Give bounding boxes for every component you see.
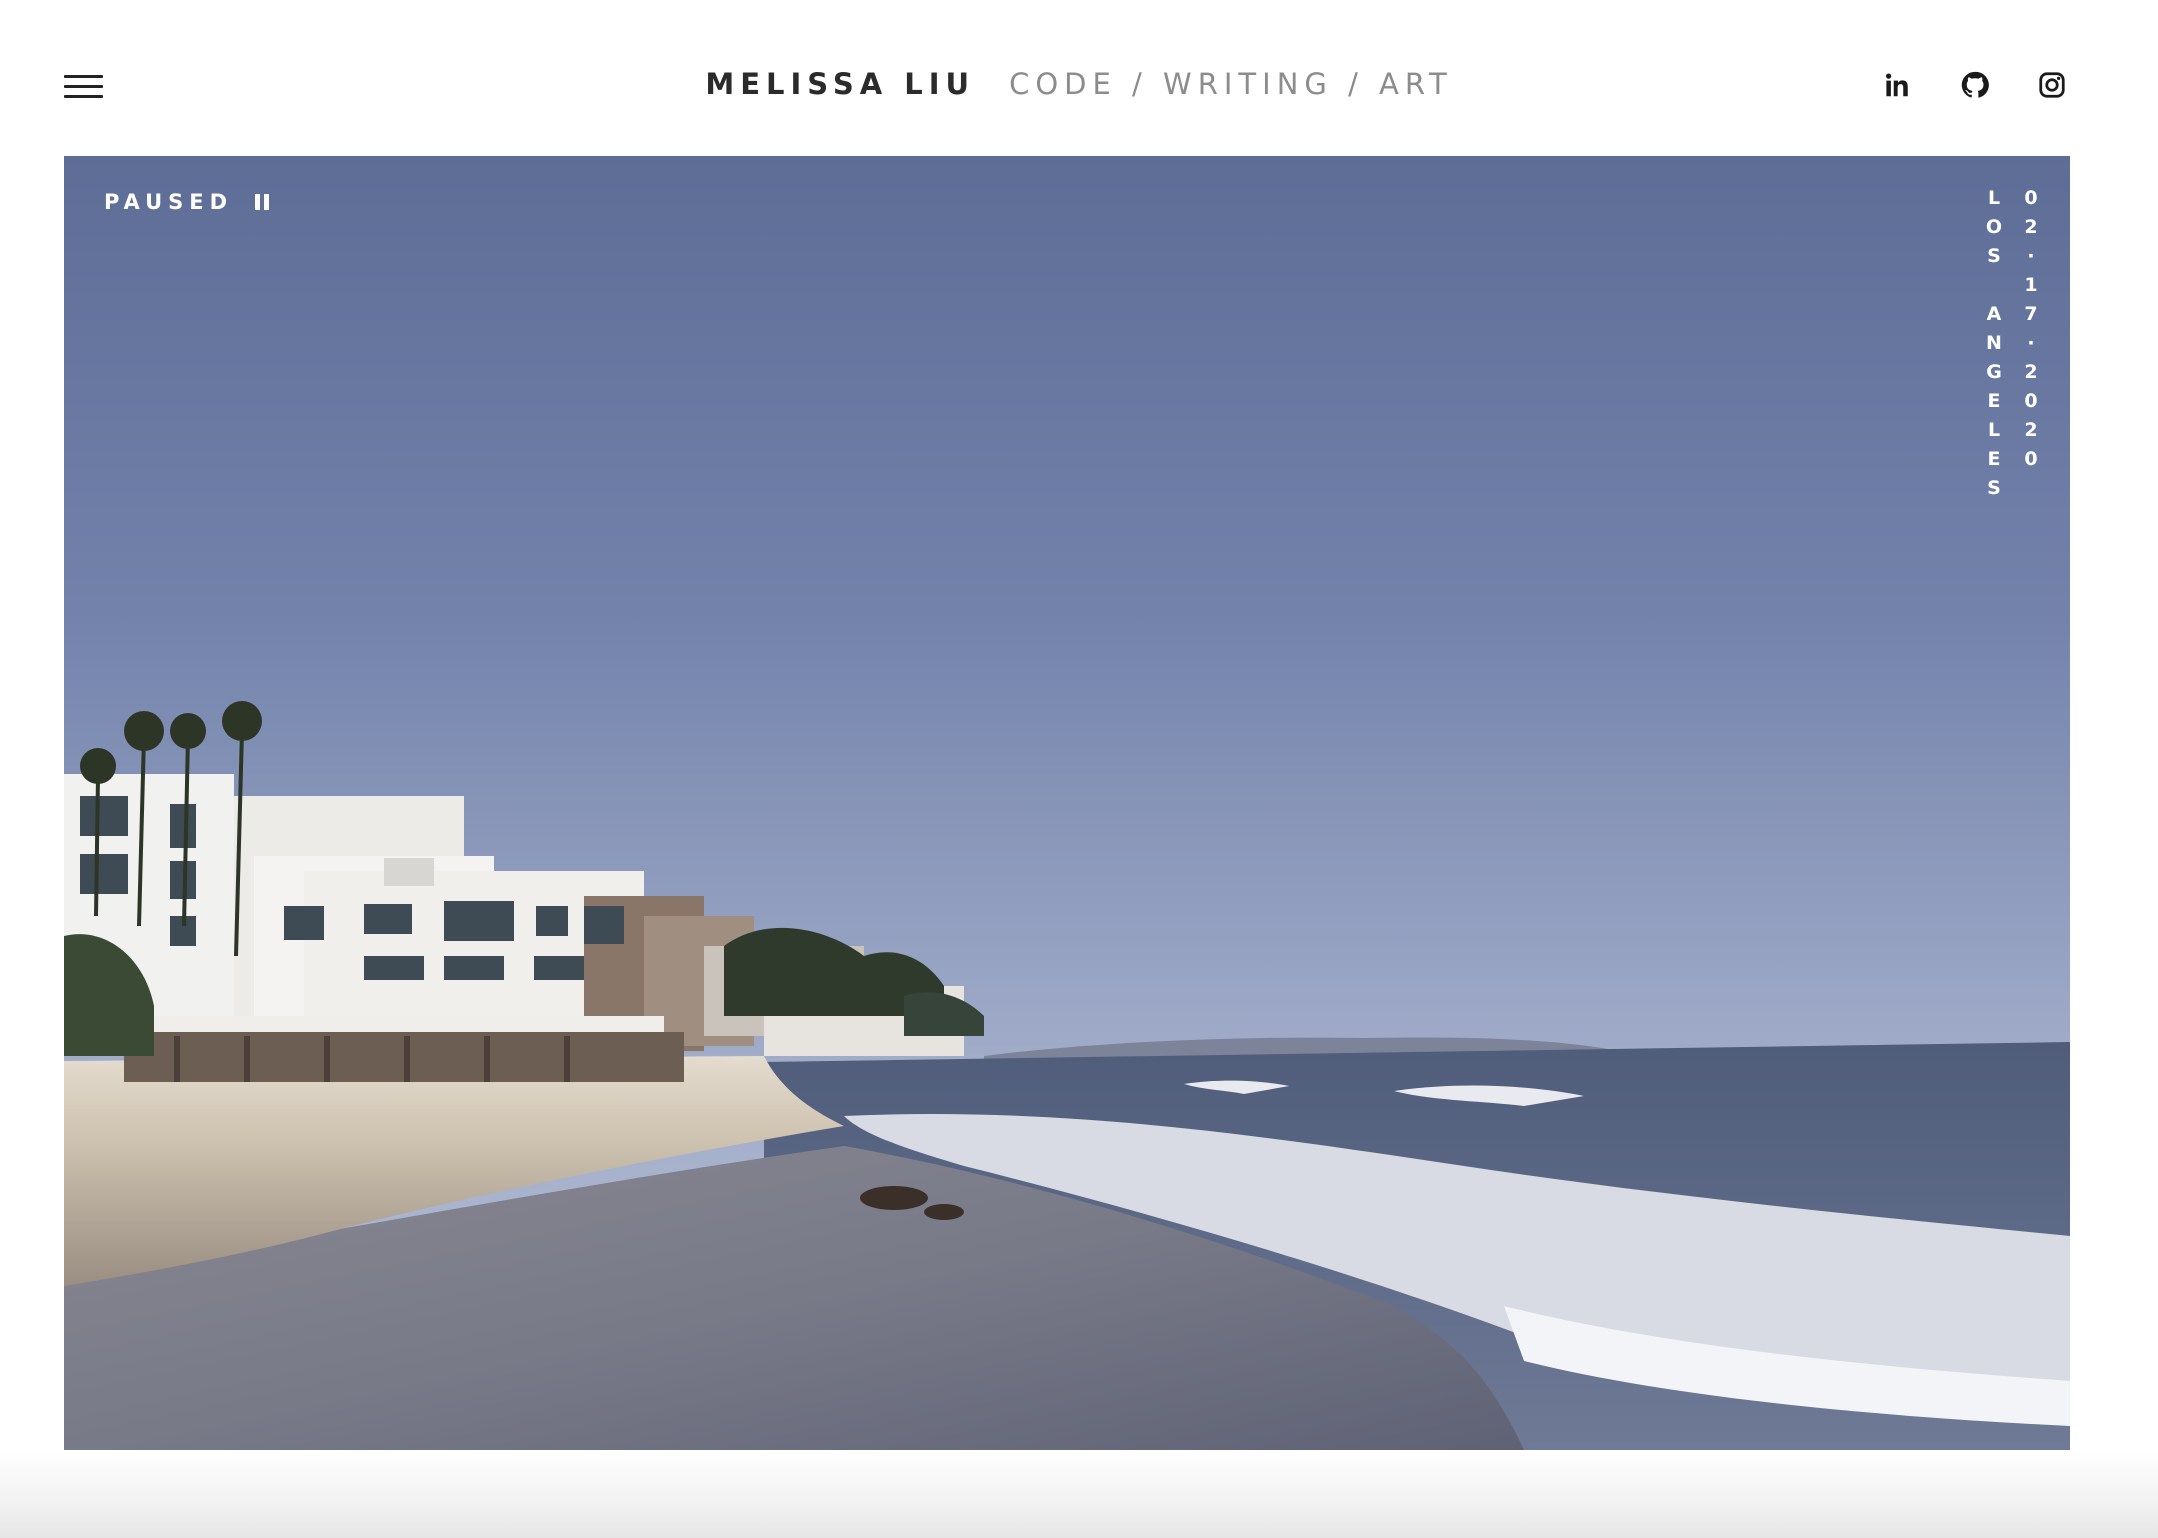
photo-date-char: 0 xyxy=(2024,390,2038,412)
photo-date-char: 2 xyxy=(2024,419,2038,441)
photo-date-char: 2 xyxy=(2024,361,2038,383)
photo-date-char: 0 xyxy=(2024,448,2038,470)
photo-location-char: L xyxy=(1987,419,2001,441)
page-bottom-fade xyxy=(0,1450,2158,1538)
photo-location-char: A xyxy=(1986,303,2002,325)
photo-date-char: 2 xyxy=(2024,216,2038,238)
photo-date-char: 0 xyxy=(2024,187,2038,209)
site-header: MELISSA LIU CODE / WRITING / ART xyxy=(0,0,2158,156)
photo-location-char: E xyxy=(1987,448,2001,470)
github-icon[interactable] xyxy=(1958,68,1992,102)
photo-location-char xyxy=(1982,271,2006,300)
photo-location: LOS ANGELES xyxy=(1982,184,2006,503)
photo-location-char: O xyxy=(1985,216,2003,238)
photo-location-char: N xyxy=(1986,332,2002,354)
photo-location-char: G xyxy=(1986,361,2002,383)
photo-date-char: · xyxy=(2027,332,2035,354)
photo-location-char: S xyxy=(1987,477,2001,499)
site-brand[interactable]: MELISSA LIU CODE / WRITING / ART xyxy=(0,64,2158,104)
pause-icon xyxy=(255,194,270,210)
site-tagline: CODE / WRITING / ART xyxy=(1009,67,1453,101)
beach-photo xyxy=(64,156,2070,1450)
hero-photo[interactable]: PAUSED LOS ANGELES 0 2 · 1 7 · 2 0 2 0 xyxy=(64,156,2070,1450)
photo-date-char: 7 xyxy=(2024,303,2038,325)
photo-location-char: L xyxy=(1987,187,2001,209)
site-name[interactable]: MELISSA LIU xyxy=(705,67,975,101)
instagram-icon[interactable] xyxy=(2035,68,2069,102)
photo-date: 0 2 · 1 7 · 2 0 2 0 xyxy=(2019,184,2043,474)
slideshow-status-label: PAUSED xyxy=(104,190,234,214)
slideshow-status-button[interactable]: PAUSED xyxy=(104,184,270,220)
photo-date-char: · xyxy=(2027,245,2035,267)
photo-date-char: 1 xyxy=(2024,274,2038,296)
photo-location-char: E xyxy=(1987,390,2001,412)
photo-location-char: S xyxy=(1987,245,2001,267)
linkedin-icon[interactable] xyxy=(1880,68,1914,102)
